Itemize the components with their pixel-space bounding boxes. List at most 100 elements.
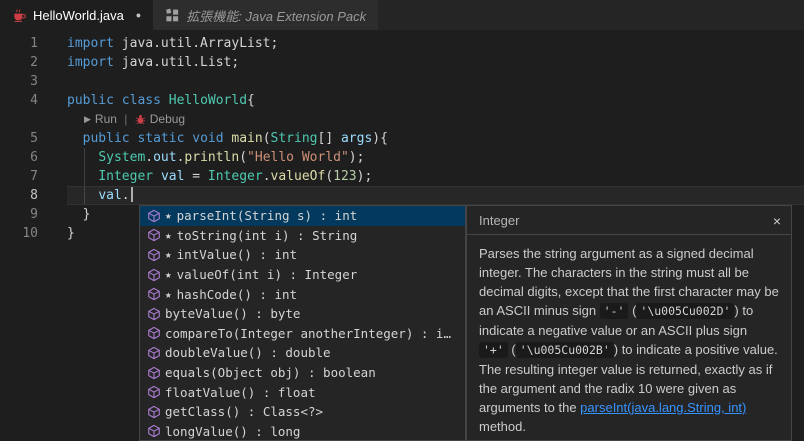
tab-helloworld-java[interactable]: HelloWorld.java ● — [0, 0, 154, 30]
docs-panel: Integer × Parses the string argument as … — [466, 205, 792, 441]
code-token: 123 — [333, 169, 357, 184]
method-icon — [145, 404, 162, 419]
method-icon — [145, 267, 162, 282]
docs-text: method. — [479, 419, 526, 434]
code-token: = — [184, 169, 208, 184]
suggest-item[interactable]: doubleValue() : double — [140, 343, 465, 363]
line-number: 7 — [30, 169, 38, 184]
suggest-item[interactable]: longValue() : long — [140, 422, 465, 440]
suggest-item-label: compareTo(Integer anotherInteger) : i… — [165, 325, 451, 341]
code-token: ){ — [372, 131, 388, 146]
suggest-item-label: valueOf(int i) : Integer — [176, 267, 358, 283]
gutter: 1 2 3 4 5 6 7 8 9 10 — [0, 34, 38, 243]
line-number: 5 — [30, 131, 38, 146]
code-token: public — [82, 131, 130, 146]
docs-inline-code: '+' — [479, 342, 508, 358]
docs-link[interactable]: parseInt(java.lang.String, int) — [580, 400, 746, 415]
suggest-item[interactable]: compareTo(Integer anotherInteger) : i… — [140, 324, 465, 344]
suggest-item[interactable]: floatValue() : float — [140, 382, 465, 402]
suggest-item[interactable]: getClass() : Class<?> — [140, 402, 465, 422]
method-icon — [145, 424, 162, 439]
line-number: 10 — [22, 226, 38, 241]
code-token: ( — [239, 150, 248, 165]
line-number: 1 — [30, 36, 38, 51]
tab-extension-pack[interactable]: 拡張機能: Java Extension Pack — [153, 0, 379, 30]
method-icon — [145, 228, 162, 243]
docs-body: Parses the string argument as a signed d… — [467, 235, 791, 440]
method-icon — [145, 208, 162, 223]
suggest-item[interactable]: ★ valueOf(int i) : Integer — [140, 265, 465, 285]
suggest-item-label: byteValue() : byte — [165, 306, 301, 322]
codelens-row: ▶ Run | Debug — [67, 110, 804, 129]
code-token: println — [184, 150, 240, 165]
debug-icon — [135, 114, 146, 125]
suggest-item[interactable]: ★ hashCode() : int — [140, 284, 465, 304]
code-line: Integer val = Integer.valueOf(123); — [67, 167, 804, 186]
code-token: java.util.List; — [113, 55, 240, 70]
code-line: import java.util.ArrayList; — [67, 34, 804, 53]
suggest-item-label: doubleValue() : double — [165, 345, 331, 361]
code-token: . — [121, 188, 130, 203]
method-icon — [145, 287, 162, 302]
suggest-widget: ★ parseInt(String s) : int ★ toString(int i… — [139, 205, 466, 441]
line-number — [0, 110, 38, 129]
code-line: System.out.println("Hello World"); — [67, 148, 804, 167]
code-token: String — [270, 131, 318, 146]
code-line: val. — [67, 186, 804, 205]
suggest-item-label: getClass() : Class<?> — [165, 404, 324, 420]
code-token: Integer — [207, 169, 263, 184]
code-token: import — [67, 55, 114, 70]
line-number: 8 — [30, 188, 38, 203]
star-icon: ★ — [165, 248, 172, 262]
suggest-item-label: parseInt(String s) : int — [176, 208, 358, 224]
method-icon — [145, 306, 162, 321]
code-token: ( — [262, 131, 271, 146]
suggest-item-label: hashCode() : int — [176, 286, 298, 302]
java-file-icon — [12, 8, 27, 23]
modified-dot-icon[interactable]: ● — [136, 10, 141, 20]
method-icon — [145, 345, 162, 360]
suggest-item-label: intValue() : int — [176, 247, 298, 263]
code-token: Integer — [98, 169, 154, 184]
code-token: static — [137, 131, 185, 146]
star-icon: ★ — [165, 228, 172, 242]
code-line: import java.util.List; — [67, 53, 804, 72]
method-icon — [145, 326, 162, 341]
code-token: ); — [348, 150, 365, 165]
line-number: 3 — [30, 74, 38, 89]
code-token: } — [67, 207, 91, 222]
suggest-item-label: toString(int i) : String — [176, 227, 358, 243]
debug-link[interactable]: Debug — [150, 110, 185, 129]
code-token: HelloWorld — [168, 93, 248, 108]
run-link[interactable]: Run — [95, 110, 117, 129]
line-number: 2 — [30, 55, 38, 70]
editor[interactable]: 1 2 3 4 5 6 7 8 9 10 import java.util.ArrayList; i… — [0, 30, 804, 441]
suggest-item[interactable]: ★ intValue() : int — [140, 245, 465, 265]
star-icon: ★ — [165, 287, 172, 301]
code-token: System — [98, 150, 146, 165]
suggest-item[interactable]: equals(Object obj) : boolean — [140, 363, 465, 383]
suggest-item-label: floatValue() : float — [165, 384, 316, 400]
docs-inline-code: '\u005Cu002D' — [636, 303, 735, 319]
close-icon[interactable]: × — [773, 214, 781, 228]
suggest-item[interactable]: ★ toString(int i) : String — [140, 226, 465, 246]
code-token: main — [231, 131, 263, 146]
line-number: 4 — [30, 93, 38, 108]
code-token: [] — [317, 131, 341, 146]
suggest-item[interactable]: byteValue() : byte — [140, 304, 465, 324]
code-token: valueOf — [270, 169, 326, 184]
code-token: } — [67, 226, 75, 241]
suggest-item-label: longValue() : long — [165, 423, 301, 439]
code-token: class — [121, 93, 161, 108]
code-token: void — [192, 131, 224, 146]
star-icon: ★ — [165, 268, 172, 282]
suggest-item[interactable]: ★ parseInt(String s) : int — [140, 206, 465, 226]
code-token: import — [67, 36, 114, 51]
method-icon — [145, 365, 162, 380]
docs-inline-code: '\u005Cu002B' — [515, 342, 614, 358]
docs-text: ( — [507, 342, 516, 357]
